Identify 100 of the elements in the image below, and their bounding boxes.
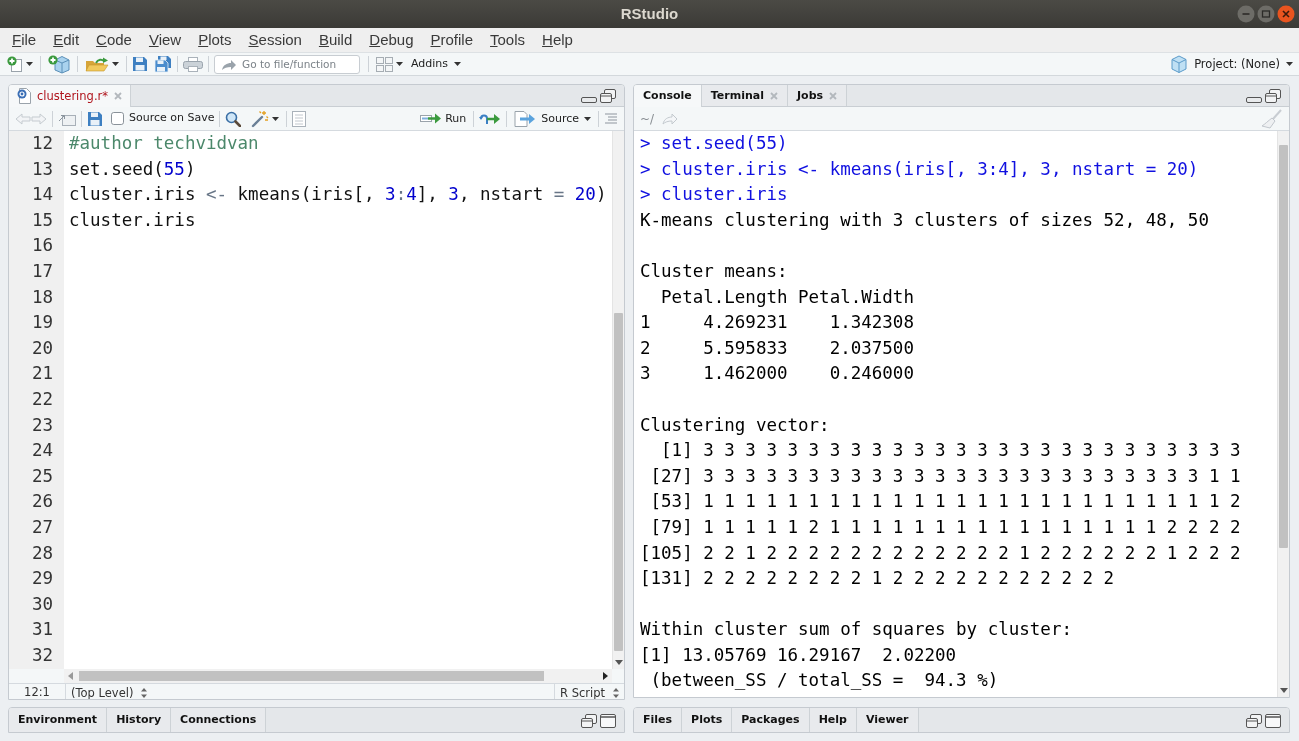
checkbox[interactable] xyxy=(111,112,124,125)
code-line: set.seed(55) xyxy=(69,157,197,181)
caret-icon xyxy=(272,116,280,121)
console-line: (between_SS / total_SS = 94.3 %) xyxy=(649,669,1000,693)
project-button[interactable]: Project: (None) xyxy=(1168,54,1295,74)
line-number: 17 xyxy=(30,259,53,283)
new-file-icon xyxy=(7,56,23,72)
line-number: 24 xyxy=(30,439,53,463)
scroll-left-icon[interactable] xyxy=(68,672,73,680)
maximize-icon[interactable] xyxy=(1265,714,1281,728)
close-icon[interactable] xyxy=(1277,5,1295,23)
menu-item[interactable]: Profile xyxy=(430,31,474,49)
grid-icon xyxy=(376,56,393,72)
file-type-dropdown[interactable]: R Script xyxy=(554,684,624,699)
scroll-down-icon[interactable] xyxy=(614,660,623,665)
line-number: 31 xyxy=(30,618,53,642)
pane-tab[interactable]: Plots xyxy=(682,708,733,732)
menu-item[interactable]: Tools xyxy=(490,31,526,49)
code-tools-button[interactable] xyxy=(249,108,282,129)
menu-item[interactable]: File xyxy=(12,31,37,49)
menu-item[interactable]: View xyxy=(148,31,182,49)
menu-item[interactable]: Code xyxy=(96,31,132,49)
printer-icon[interactable] xyxy=(183,56,203,72)
console-line: Within cluster sum of squares by cluster: xyxy=(640,618,1073,642)
goto-field[interactable]: Go to file/function xyxy=(214,54,360,74)
console-line: [1] 13.05769 16.29167 2.02200 xyxy=(640,643,958,667)
restore-icon[interactable] xyxy=(1246,714,1262,728)
scrollbar-thumb[interactable] xyxy=(614,313,623,651)
save-icon[interactable] xyxy=(132,56,148,72)
vertical-scrollbar[interactable] xyxy=(1277,131,1289,697)
line-number: 25 xyxy=(30,464,53,488)
restore-icon[interactable] xyxy=(581,714,597,728)
console-line: [27] 3 3 3 3 3 3 3 3 3 3 3 3 3 3 3 3 3 3 3 3 3 3 3 3 1 1 xyxy=(649,464,1242,488)
rerun-icon[interactable] xyxy=(479,111,502,126)
save-icon[interactable] xyxy=(87,110,103,127)
pane-tab[interactable]: Console xyxy=(634,85,702,107)
wand-icon xyxy=(251,109,270,128)
caret-icon xyxy=(396,62,403,66)
new-project-button[interactable] xyxy=(46,53,72,75)
scroll-down-icon[interactable] xyxy=(1279,688,1288,693)
vertical-scrollbar[interactable] xyxy=(612,131,624,669)
open-file-button[interactable] xyxy=(83,55,121,73)
menu-item[interactable]: Build xyxy=(318,31,353,49)
scope-dropdown[interactable]: (Top Level) xyxy=(66,684,153,699)
scrollbar-thumb[interactable] xyxy=(79,671,544,681)
close-icon[interactable] xyxy=(114,92,123,100)
menu-item[interactable]: Edit xyxy=(53,31,80,49)
pane-tab[interactable]: Environment xyxy=(9,708,108,732)
updown-arrows-icon xyxy=(613,687,619,698)
save-all-icon[interactable] xyxy=(154,55,172,73)
console-line: Clustering vector: xyxy=(640,413,831,437)
restore-icon[interactable] xyxy=(600,89,616,103)
maximize-icon[interactable] xyxy=(600,714,616,728)
line-number: 15 xyxy=(30,208,53,232)
notebook-icon[interactable] xyxy=(292,110,307,127)
addins-button[interactable]: Addins xyxy=(409,56,464,72)
checkbox-label: Source on Save xyxy=(129,110,215,127)
menu-item[interactable]: Session xyxy=(248,31,302,49)
scrollbar-thumb[interactable] xyxy=(1279,145,1288,548)
pane-tab[interactable]: Connections xyxy=(171,708,267,732)
pane-tab[interactable]: History xyxy=(107,708,172,732)
source-button[interactable]: Source xyxy=(512,109,593,128)
pane-tab[interactable]: Jobs xyxy=(788,85,848,106)
minimize-window-icon[interactable] xyxy=(1237,5,1255,23)
line-number: 20 xyxy=(30,336,53,360)
scroll-right-icon[interactable] xyxy=(603,672,608,680)
pane-tab[interactable]: Packages xyxy=(732,708,810,732)
minimize-icon[interactable] xyxy=(1246,97,1262,103)
pane-tab[interactable]: Help xyxy=(809,708,857,732)
maximize-window-icon[interactable] xyxy=(1257,5,1275,23)
code-line: #author techvidvan xyxy=(69,132,260,155)
line-number: 30 xyxy=(30,592,53,616)
panes-button[interactable] xyxy=(374,55,405,73)
new-file-button[interactable] xyxy=(5,55,35,73)
console-line: > cluster.iris xyxy=(640,183,789,207)
arrow-icon xyxy=(221,58,237,71)
code-line: cluster.iris xyxy=(69,208,197,232)
horizontal-scrollbar[interactable] xyxy=(64,669,612,683)
restore-icon[interactable] xyxy=(1265,89,1281,103)
folder-icon xyxy=(85,56,109,72)
path-label: ~/ xyxy=(640,110,655,128)
line-number: 23 xyxy=(30,413,53,437)
line-number: 16 xyxy=(30,234,53,258)
console-line: [53] 1 1 1 1 1 1 1 1 1 1 1 1 1 1 1 1 1 1 1 1 1 1 1 1 1 2 xyxy=(649,490,1242,514)
console-line: Petal.Length Petal.Width xyxy=(660,285,915,309)
search-icon[interactable] xyxy=(225,110,242,127)
console-line: 3 1.462000 0.246000 xyxy=(640,362,915,386)
menu-item[interactable]: Help xyxy=(542,31,573,49)
menu-item[interactable]: Plots xyxy=(198,31,232,49)
pane-tab[interactable]: Viewer xyxy=(856,708,919,732)
pane-tab[interactable]: Terminal xyxy=(701,85,788,106)
cube-icon xyxy=(1170,55,1189,73)
minimize-icon[interactable] xyxy=(581,97,597,103)
menu-item[interactable]: Debug xyxy=(369,31,414,49)
line-number: 21 xyxy=(30,362,53,386)
console-line: [105] 2 2 1 2 2 2 2 2 2 2 2 2 2 2 2 1 2 2 2 2 2 2 1 2 2 2 xyxy=(640,541,1242,565)
file-tab[interactable]: clustering.r* xyxy=(9,85,132,107)
line-number: 32 xyxy=(30,643,53,667)
pane-tab[interactable]: Files xyxy=(634,708,683,732)
run-button[interactable]: Run xyxy=(418,110,469,127)
